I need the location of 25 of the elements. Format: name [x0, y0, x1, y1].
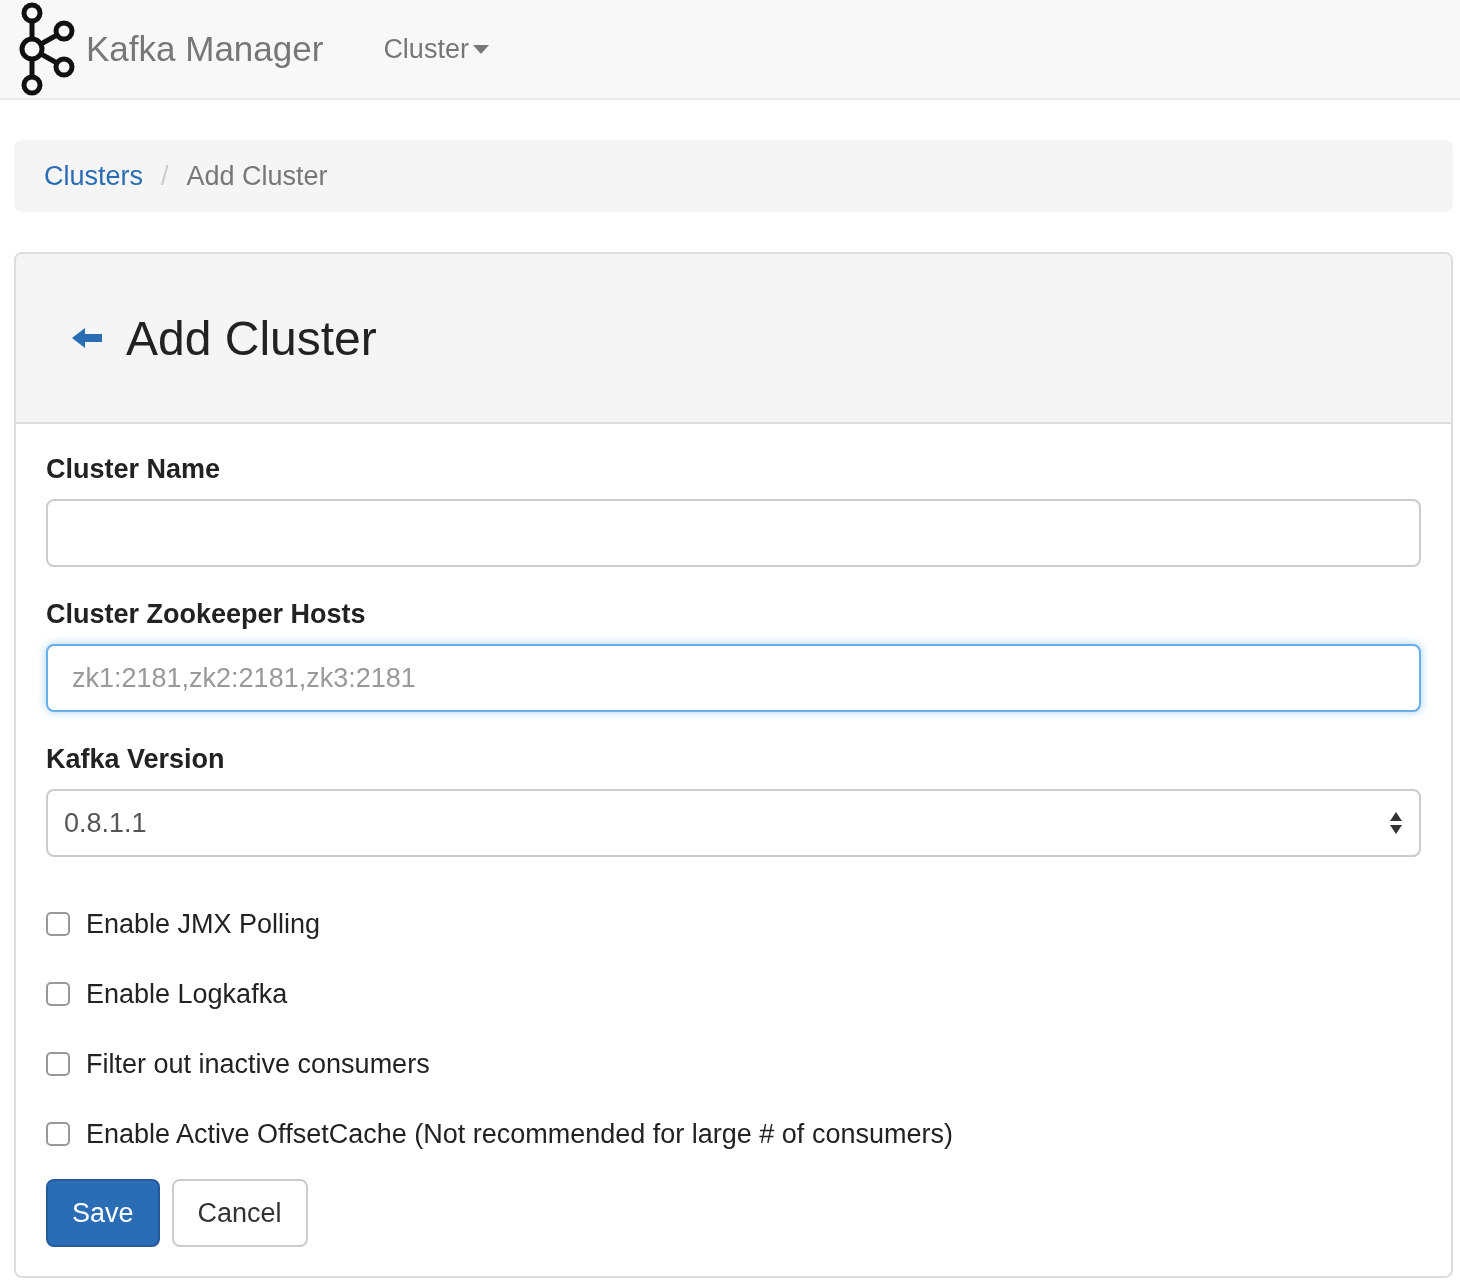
field-label: Cluster Zookeeper Hosts — [46, 599, 367, 630]
caret-icon — [472, 44, 489, 54]
breadcrumb-current: Add Cluster — [186, 160, 328, 192]
updown-arrows-icon — [1389, 810, 1403, 836]
panel-title: Add Cluster — [126, 310, 377, 366]
breadcrumb-link[interactable]: Clusters — [44, 160, 144, 192]
checkbox-label: Filter out inactive consumers — [86, 1048, 430, 1080]
checkbox[interactable] — [46, 982, 70, 1006]
save-button[interactable]: Save — [46, 1179, 160, 1247]
breadcrumb-separator: / — [161, 160, 169, 192]
checkbox-label: Enable JMX Polling — [86, 908, 321, 940]
cancel-button[interactable]: Cancel — [171, 1179, 308, 1247]
checkbox[interactable] — [46, 1052, 70, 1076]
checkbox[interactable] — [46, 912, 70, 936]
checkbox-label: Enable Logkafka — [86, 978, 288, 1010]
checkbox-label: Enable Active OffsetCache (Not recommended for large # of consumers) — [86, 1118, 953, 1150]
checkbox[interactable] — [46, 1122, 70, 1146]
text-field[interactable] — [46, 499, 1421, 567]
back-arrow-icon[interactable] — [72, 327, 102, 349]
app-title[interactable]: Kafka Manager — [86, 29, 324, 69]
field-label: Cluster Name — [46, 454, 222, 485]
text-field[interactable]: zk1:2181,zk2:2181,zk3:2181 — [46, 644, 1421, 712]
cluster-menu[interactable]: Cluster — [383, 33, 489, 65]
field-label: Kafka Version — [46, 744, 226, 775]
version-dropdown[interactable]: 0.8.1.1 — [46, 789, 1421, 857]
